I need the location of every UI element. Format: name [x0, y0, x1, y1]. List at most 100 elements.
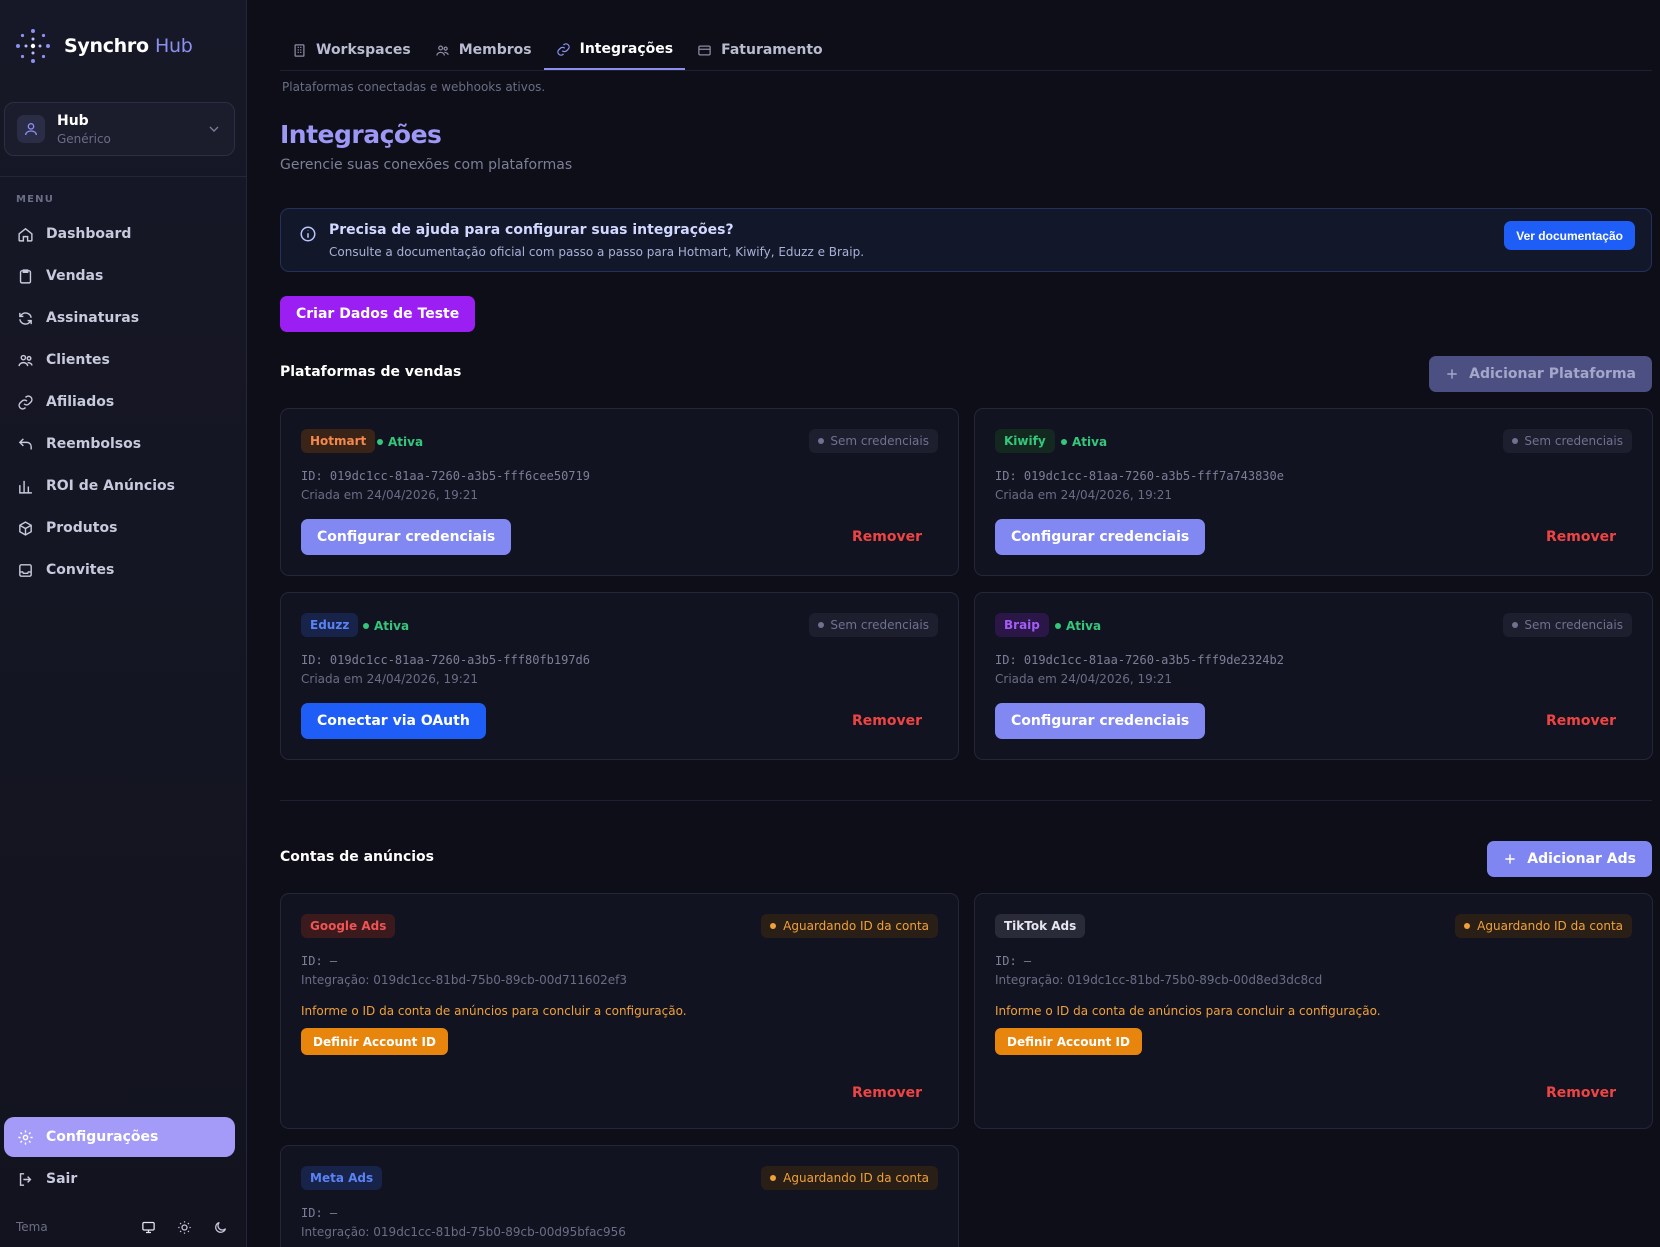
tab-integracoes[interactable]: Integrações: [543, 30, 686, 70]
monitor-icon: [141, 1221, 155, 1233]
sidebar-item-clientes[interactable]: Clientes: [4, 340, 235, 380]
platform-card-braip: Braip Ativa Sem credenciais ID: 019dc1cc…: [974, 592, 1653, 760]
view-docs-button[interactable]: Ver documentação: [1504, 221, 1635, 250]
create-test-data-button[interactable]: Criar Dados de Teste: [280, 296, 476, 332]
building-icon: [294, 43, 305, 57]
sidebar-item-configuracoes[interactable]: Configurações: [4, 1117, 235, 1157]
created-at: Criada em 24/04/2026, 19:21: [301, 672, 479, 686]
define-account-id-button[interactable]: Definir Account ID: [995, 1028, 1142, 1055]
ads-badge: TikTok Ads: [995, 914, 1086, 938]
tab-subtitle: Plataformas conectadas e webhooks ativos…: [282, 80, 546, 94]
main-content: Workspaces Membros Integrações Faturamen…: [247, 0, 1660, 1247]
sidebar-item-sair[interactable]: Sair: [4, 1159, 235, 1199]
sidebar-item-reembolsos[interactable]: Reembolsos: [4, 424, 235, 464]
logo-icon: [16, 29, 50, 63]
tab-faturamento[interactable]: Faturamento: [685, 30, 835, 70]
sidebar-item-roi-anuncios[interactable]: ROI de Anúncios: [4, 466, 235, 506]
remove-button[interactable]: Remover: [1546, 529, 1616, 545]
ads-card-tiktok: TikTok Ads Aguardando ID da conta ID: — …: [974, 893, 1653, 1129]
remove-button[interactable]: Remover: [852, 713, 922, 729]
platform-card-eduzz: Eduzz Ativa Sem credenciais ID: 019dc1cc…: [280, 592, 959, 760]
sidebar-item-convites[interactable]: Convites: [4, 550, 235, 590]
connect-oauth-button[interactable]: Conectar via OAuth: [301, 703, 486, 739]
brand-name: Synchro Hub: [64, 35, 193, 57]
remove-button[interactable]: Remover: [852, 529, 922, 545]
add-ads-button[interactable]: Adicionar Ads: [1487, 841, 1652, 877]
sidebar-item-dashboard[interactable]: Dashboard: [4, 214, 235, 254]
created-at: Criada em 24/04/2026, 19:21: [301, 488, 479, 502]
platform-badge: Kiwify: [995, 429, 1055, 453]
workspace-type: Genérico: [57, 131, 111, 146]
status-active: Ativa: [377, 435, 423, 449]
sidebar: Synchro Hub Hub Genérico MENU Dashboard …: [0, 0, 247, 1247]
info-icon: [300, 226, 316, 242]
configure-credentials-button[interactable]: Configurar credenciais: [995, 519, 1206, 555]
sidebar-item-produtos[interactable]: Produtos: [4, 508, 235, 548]
ads-badge: Meta Ads: [301, 1166, 383, 1190]
platform-id: ID: 019dc1cc-81aa-7260-a3b5-fff80fb197d6: [301, 653, 590, 667]
bar-chart-icon: [19, 480, 32, 494]
sidebar-bottom: Configurações Sair: [4, 1117, 235, 1201]
refresh-icon: [19, 311, 32, 325]
users-icon: [18, 354, 33, 366]
define-account-id-button[interactable]: Definir Account ID: [301, 1028, 448, 1055]
sun-icon: [177, 1220, 191, 1234]
section-divider: [280, 800, 1652, 801]
created-at: Criada em 24/04/2026, 19:21: [995, 488, 1173, 502]
account-id: ID: —: [995, 954, 1032, 968]
platform-id: ID: 019dc1cc-81aa-7260-a3b5-fff7a743830e: [995, 469, 1284, 483]
theme-light-button[interactable]: [173, 1216, 195, 1238]
add-platform-button[interactable]: Adicionar Plataforma: [1429, 356, 1652, 392]
user-icon: [17, 115, 45, 143]
awaiting-status: Aguardando ID da conta: [1455, 914, 1632, 938]
credentials-status: Sem credenciais: [809, 613, 938, 637]
link-icon: [556, 42, 570, 56]
plus-icon: [1505, 854, 1515, 864]
configure-credentials-button[interactable]: Configurar credenciais: [995, 703, 1206, 739]
warning-text: Informe o ID da conta de anúncios para c…: [301, 1004, 687, 1018]
platform-card-kiwify: Kiwify Ativa Sem credenciais ID: 019dc1c…: [974, 408, 1653, 576]
integration-id: Integração: 019dc1cc-81bd-75b0-89cb-00d7…: [301, 973, 628, 987]
remove-button[interactable]: Remover: [1546, 713, 1616, 729]
tab-membros[interactable]: Membros: [423, 30, 544, 70]
integration-id: Integração: 019dc1cc-81bd-75b0-89cb-00d9…: [301, 1225, 626, 1239]
chevron-down-icon: [209, 126, 219, 132]
help-title: Precisa de ajuda para configurar suas in…: [329, 222, 734, 238]
settings-tabs: Workspaces Membros Integrações Faturamen…: [280, 30, 1652, 71]
theme-switcher: Tema: [16, 1216, 231, 1238]
remove-button[interactable]: Remover: [1546, 1085, 1616, 1101]
platform-card-hotmart: Hotmart Ativa Sem credenciais ID: 019dc1…: [280, 408, 959, 576]
awaiting-status: Aguardando ID da conta: [761, 914, 938, 938]
users-icon: [435, 45, 449, 56]
awaiting-status: Aguardando ID da conta: [761, 1166, 938, 1190]
sidebar-nav: Dashboard Vendas Assinaturas Clientes Af…: [4, 214, 235, 592]
page-subtitle: Gerencie suas conexões com plataformas: [280, 157, 573, 173]
inbox-icon: [19, 563, 32, 577]
ads-card-google: Google Ads Aguardando ID da conta ID: — …: [280, 893, 959, 1129]
platform-badge: Eduzz: [301, 613, 359, 637]
brand[interactable]: Synchro Hub: [14, 26, 193, 66]
sidebar-item-assinaturas[interactable]: Assinaturas: [4, 298, 235, 338]
status-active: Ativa: [363, 619, 409, 633]
sidebar-item-afiliados[interactable]: Afiliados: [4, 382, 235, 422]
moon-icon: [214, 1221, 226, 1233]
box-icon: [19, 520, 32, 536]
configure-credentials-button[interactable]: Configurar credenciais: [301, 519, 512, 555]
link-icon: [18, 394, 33, 410]
credentials-status: Sem credenciais: [1503, 613, 1632, 637]
status-active: Ativa: [1055, 619, 1101, 633]
platform-id: ID: 019dc1cc-81aa-7260-a3b5-fff6cee50719: [301, 469, 590, 483]
status-active: Ativa: [1061, 435, 1107, 449]
remove-button[interactable]: Remover: [852, 1085, 922, 1101]
sidebar-divider: [0, 176, 247, 177]
plus-icon: [1447, 369, 1457, 379]
theme-system-button[interactable]: [137, 1216, 159, 1238]
workspace-selector[interactable]: Hub Genérico: [4, 102, 235, 156]
theme-label: Tema: [16, 1220, 48, 1234]
sidebar-item-vendas[interactable]: Vendas: [4, 256, 235, 296]
created-at: Criada em 24/04/2026, 19:21: [995, 672, 1173, 686]
credentials-status: Sem credenciais: [1503, 429, 1632, 453]
tab-workspaces[interactable]: Workspaces: [280, 30, 423, 70]
menu-label: MENU: [16, 194, 55, 205]
theme-dark-button[interactable]: [209, 1216, 231, 1238]
